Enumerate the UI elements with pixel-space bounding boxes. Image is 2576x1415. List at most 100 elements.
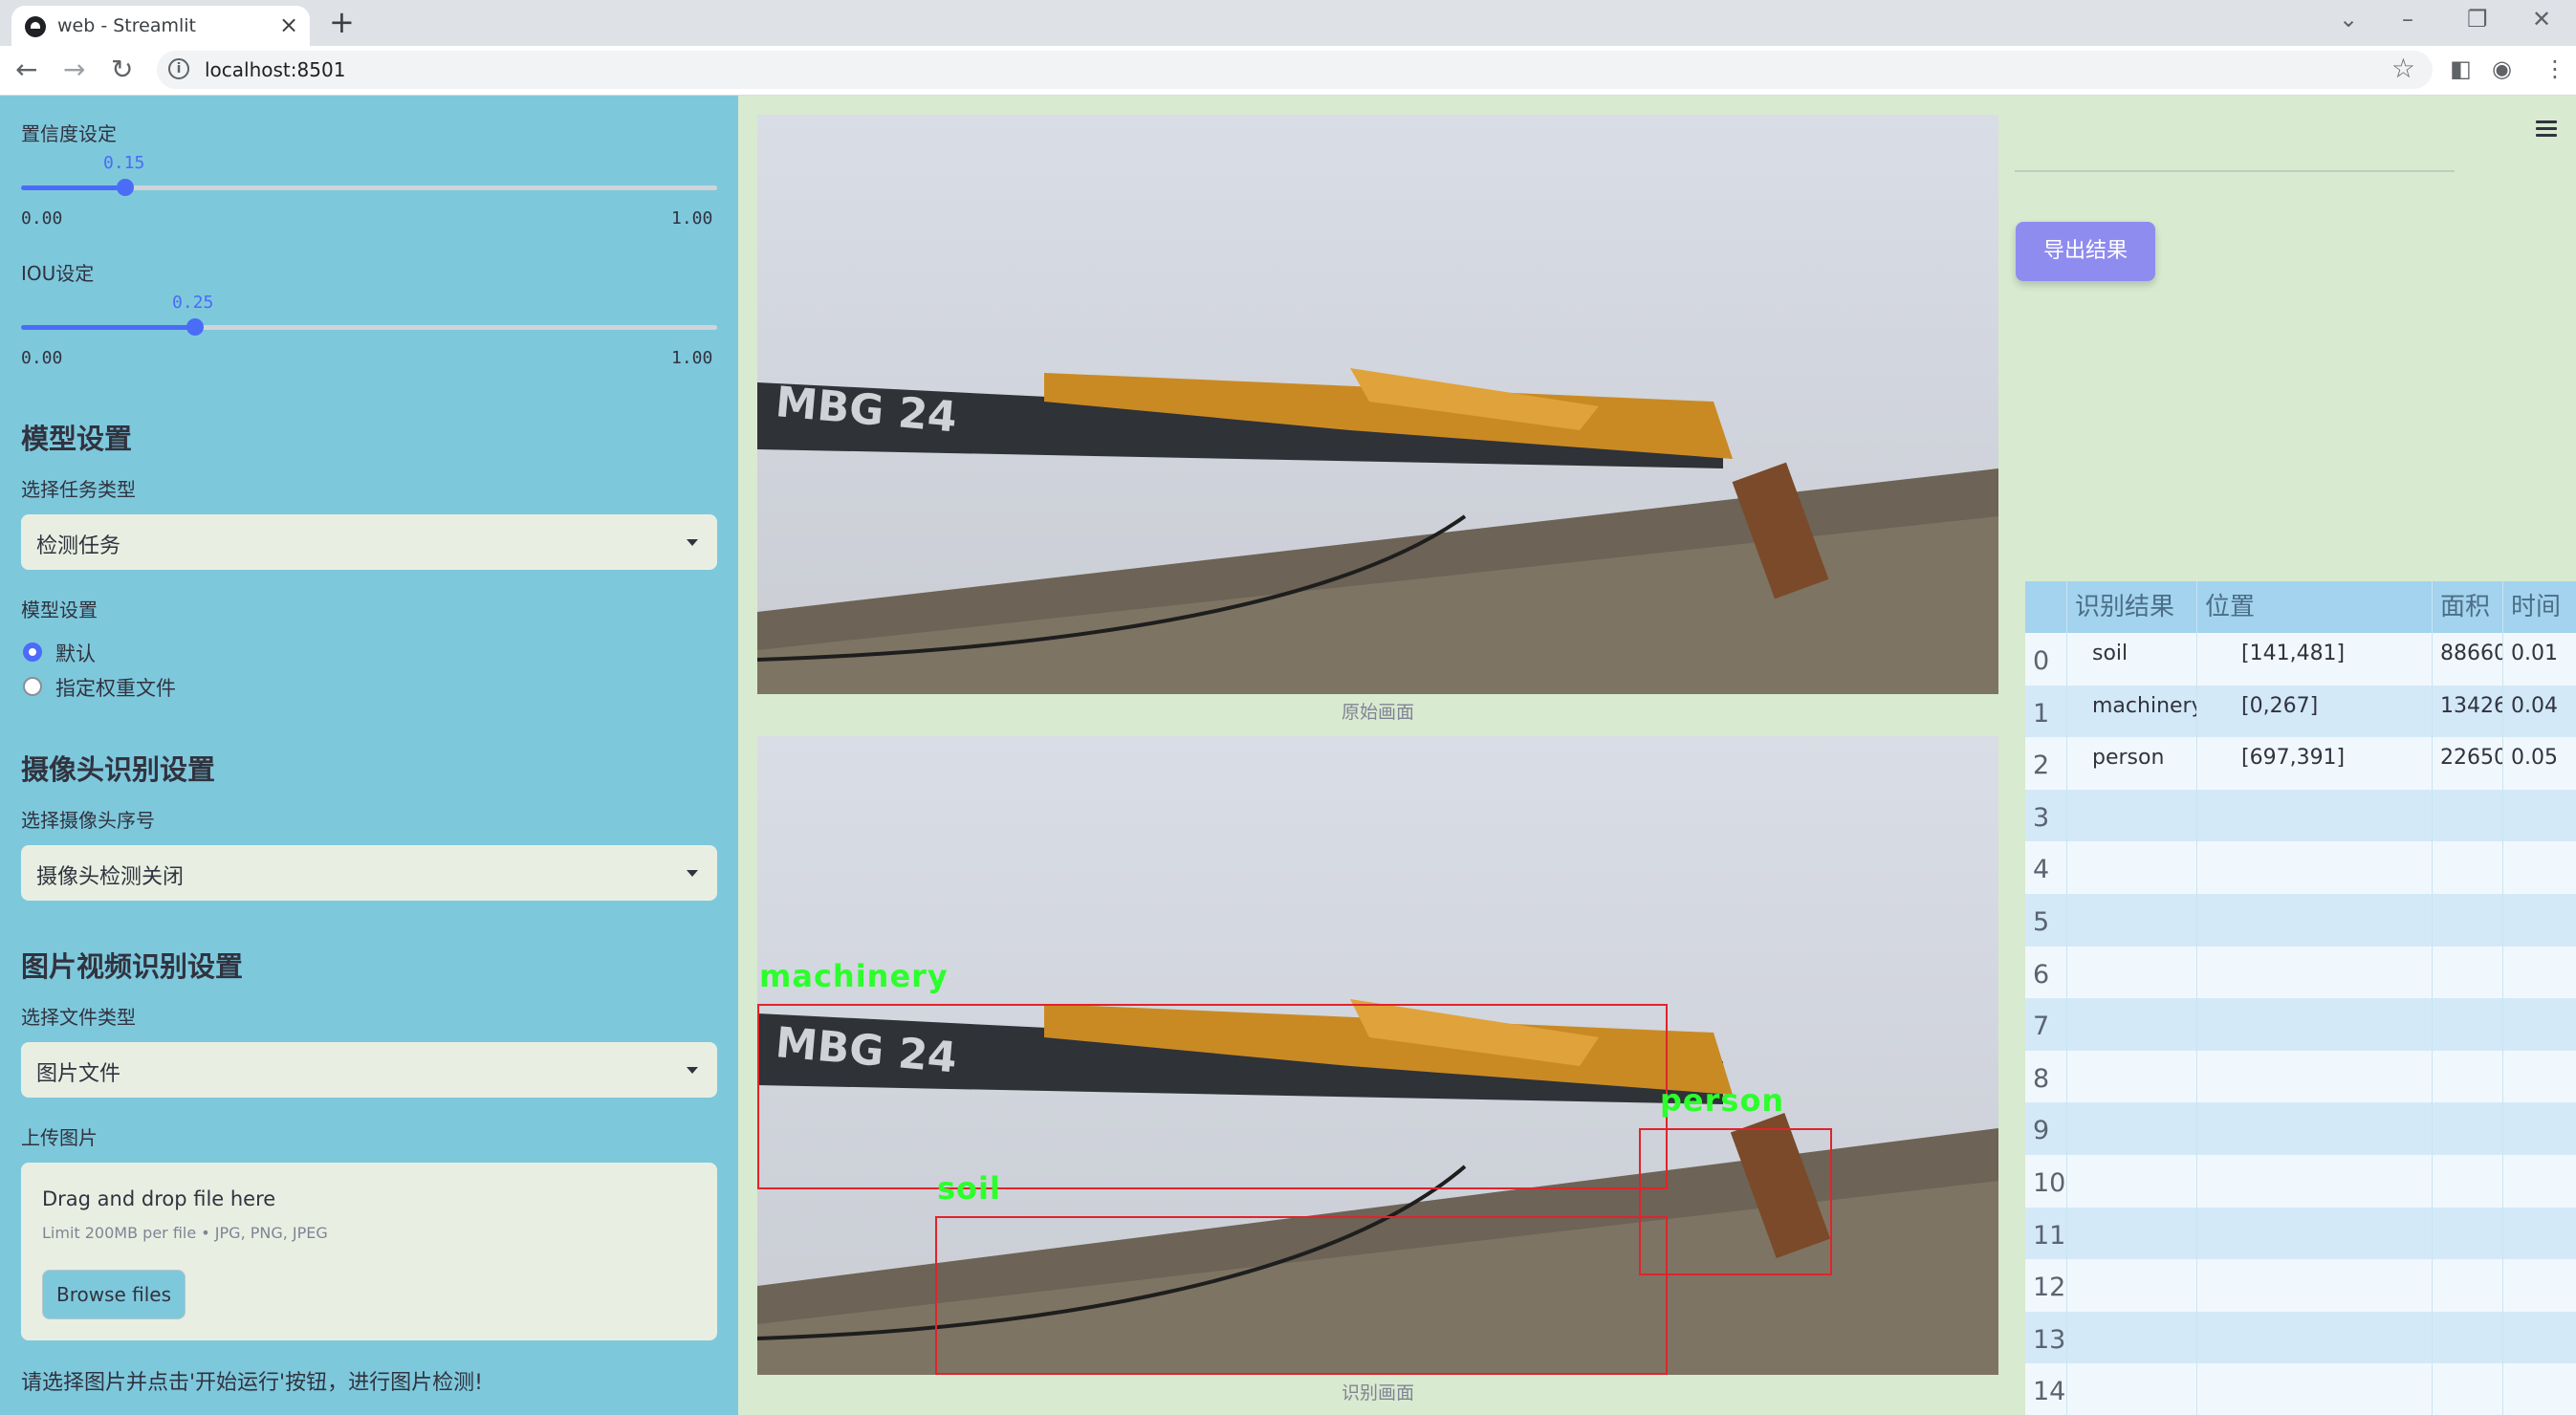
table-row[interactable]: 12 (2025, 1259, 2576, 1313)
results-table[interactable]: 识别结果 位置 面积 时间 0 soil [141,481] 88660 0.01 1 ma… (2025, 581, 2576, 1415)
browser-tab[interactable]: web - Streamlit × (11, 6, 310, 46)
row-time (2503, 841, 2576, 894)
dropzone-limit: Limit 200MB per file • JPG, PNG, JPEG (42, 1224, 328, 1242)
row-result (2067, 946, 2197, 999)
table-row[interactable]: 2 person [697,391] 22650 0.05 (2025, 737, 2576, 791)
row-position: [697,391] (2197, 737, 2433, 791)
camera-settings-heading: 摄像头识别设置 (21, 753, 216, 786)
detection-label-machinery: machinery (759, 958, 949, 994)
file-type-value: 图片文件 (36, 1062, 121, 1086)
row-area (2433, 1311, 2503, 1364)
iou-slider-thumb[interactable] (186, 318, 204, 336)
kebab-menu-icon[interactable]: ⋮ (2543, 55, 2566, 82)
table-row[interactable]: 14 (2025, 1363, 2576, 1415)
excavator-scene-image: MBG 24 (757, 115, 1998, 694)
row-result (2067, 1311, 2197, 1364)
row-index: 13 (2025, 1311, 2067, 1364)
row-time (2503, 1312, 2576, 1364)
row-result (2067, 1259, 2197, 1313)
url-text[interactable]: localhost:8501 (205, 58, 345, 81)
radio-default-label[interactable]: 默认 (55, 639, 96, 667)
row-position (2197, 1363, 2433, 1415)
detection-label-soil: soil (937, 1170, 1001, 1207)
info-icon[interactable]: i (168, 58, 189, 79)
table-row[interactable]: 5 (2025, 894, 2576, 947)
radio-weight-file-label[interactable]: 指定权重文件 (55, 673, 176, 702)
original-caption: 原始画面 (1341, 702, 1414, 723)
star-icon[interactable]: ☆ (2391, 53, 2415, 84)
task-type-label: 选择任务类型 (21, 478, 136, 501)
row-area (2433, 1259, 2503, 1313)
reload-icon[interactable]: ↻ (111, 54, 133, 85)
new-tab-icon[interactable]: + (329, 4, 355, 40)
omnibox[interactable]: i localhost:8501 ☆ (157, 51, 2433, 89)
file-dropzone[interactable]: Drag and drop file here Limit 200MB per … (21, 1163, 717, 1340)
table-row[interactable]: 8 (2025, 1050, 2576, 1103)
header-area[interactable]: 面积 (2433, 581, 2503, 633)
header-time[interactable]: 时间 (2503, 581, 2576, 633)
divider (2015, 170, 2455, 172)
table-row[interactable]: 1machinery[0,267]134266 0.04 (2025, 685, 2576, 738)
back-icon[interactable]: ← (15, 54, 37, 85)
browser-tab-bar: web - Streamlit × + ⌄ – ❐ ✕ (0, 0, 2576, 46)
iou-label: IOU设定 (21, 262, 95, 285)
table-row[interactable]: 3 (2025, 789, 2576, 842)
file-type-select[interactable]: 图片文件 (21, 1042, 717, 1098)
row-result: person (2067, 737, 2197, 791)
row-index: 3 (2025, 789, 2067, 842)
row-area: 88660 (2433, 633, 2503, 686)
row-index: 1 (2025, 685, 2067, 738)
radio-default[interactable] (23, 642, 42, 662)
row-position (2197, 1311, 2433, 1364)
row-area (2433, 1207, 2503, 1260)
header-result[interactable]: 识别结果 (2067, 581, 2197, 633)
table-row[interactable]: 0 soil [141,481] 88660 0.01 (2025, 633, 2576, 686)
confidence-slider[interactable] (21, 179, 717, 196)
chevron-down-icon (687, 1067, 698, 1074)
row-result: soil (2067, 633, 2197, 686)
detection-box-soil (935, 1216, 1668, 1375)
row-time (2503, 998, 2576, 1051)
table-row[interactable]: 6 (2025, 946, 2576, 999)
tab-search-icon[interactable]: ⌄ (2339, 6, 2358, 33)
row-area (2433, 1050, 2503, 1103)
minimize-icon[interactable]: – (2402, 6, 2413, 33)
export-results-button[interactable]: 导出结果 (2016, 222, 2155, 281)
row-time (2503, 947, 2576, 999)
task-type-select[interactable]: 检测任务 (21, 514, 717, 570)
task-type-value: 检测任务 (36, 534, 121, 558)
row-result (2067, 789, 2197, 842)
table-row[interactable]: 9 (2025, 1102, 2576, 1156)
restore-icon[interactable]: ❐ (2467, 6, 2488, 33)
row-result (2067, 894, 2197, 947)
row-position (2197, 998, 2433, 1052)
header-position[interactable]: 位置 (2197, 581, 2433, 633)
profile-icon[interactable]: ◉ (2492, 55, 2512, 82)
table-row[interactable]: 10 (2025, 1155, 2576, 1208)
table-row[interactable]: 7 (2025, 998, 2576, 1052)
row-position: [141,481] (2197, 633, 2433, 686)
confidence-slider-thumb[interactable] (117, 179, 135, 196)
side-panel-icon[interactable]: ◧ (2450, 55, 2472, 82)
row-area (2433, 789, 2503, 842)
table-row[interactable]: 13 (2025, 1311, 2576, 1364)
row-position (2197, 894, 2433, 947)
camera-index-select[interactable]: 摄像头检测关闭 (21, 845, 717, 901)
row-time: 0.04 (2511, 693, 2558, 718)
close-window-icon[interactable]: ✕ (2532, 6, 2551, 33)
row-time (2503, 1155, 2576, 1208)
table-row[interactable]: 11 (2025, 1207, 2576, 1260)
row-result (2067, 998, 2197, 1052)
iou-slider[interactable] (21, 318, 717, 336)
row-time (2503, 894, 2576, 947)
browse-files-button[interactable]: Browse files (42, 1270, 186, 1319)
row-result: machinery (2067, 685, 2197, 738)
close-tab-icon[interactable]: × (279, 11, 298, 38)
iou-value: 0.25 (172, 293, 214, 313)
hamburger-icon[interactable] (2536, 120, 2557, 141)
forward-icon[interactable]: → (63, 54, 85, 85)
table-row[interactable]: 4 (2025, 841, 2576, 895)
row-time (2503, 1051, 2576, 1103)
radio-weight-file[interactable] (23, 677, 42, 696)
tab-title: web - Streamlit (57, 15, 196, 36)
